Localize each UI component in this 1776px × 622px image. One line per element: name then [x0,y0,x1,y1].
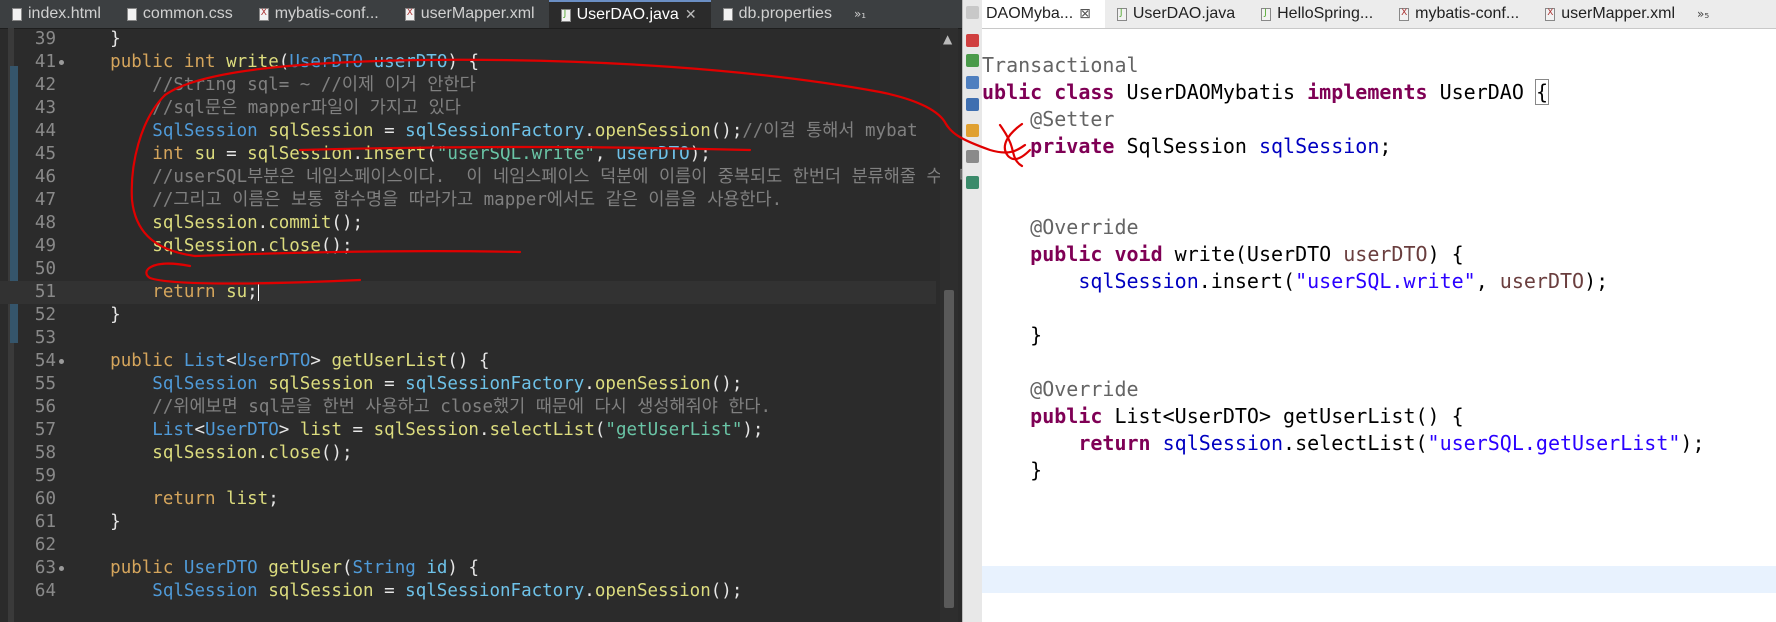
java-file-icon [560,8,571,22]
tab-mybatis-config[interactable]: mybatis-conf... [247,0,393,28]
code-line: @Override [982,215,1139,239]
close-icon[interactable]: ✕ [685,7,697,23]
outline-icon[interactable] [966,54,979,67]
xml-file-icon [258,7,269,21]
code-line: 61 } [34,512,121,532]
debug-icon[interactable] [966,34,979,47]
code-line: 57 List<UserDTO> list = sqlSession.selec… [34,420,764,440]
xml-file-icon [1399,7,1410,21]
java-file-icon [1261,7,1272,21]
servers-icon[interactable] [966,176,979,189]
right-code-area[interactable]: Transactional ublic class UserDAOMybatis… [982,52,1776,484]
code-line: 56 //위에보면 sql문을 한번 사용하고 close했기 때문에 다시 생… [34,397,772,417]
code-line: public List<UserDTO> getUserList() { [1030,404,1464,428]
fold-marker-icon [59,566,64,571]
vertical-scrollbar[interactable]: ▲ [940,28,958,622]
tab-userdao-java[interactable]: UserDAO.java✕ [548,0,711,28]
close-icon[interactable]: ⊠ [1079,6,1091,22]
restore-icon[interactable] [966,6,979,19]
code-line: 46 //userSQL부분은 네임스페이스이다. 이 네임스페이스 덕분에 이… [34,167,986,187]
tab-usermapper-xml[interactable]: userMapper.xml [393,0,549,28]
code-line: 44 SqlSession sqlSession = sqlSessionFac… [34,121,918,141]
tab-userdao-java[interactable]: UserDAO.java [1105,0,1249,28]
code-line: 52 } [34,305,121,325]
code-line: 47 //그리고 이름은 보통 함수명을 따라가고 mapper에서도 같은 이… [34,190,783,210]
code-line: 63 public UserDTO getUser(String id) { [34,558,479,578]
right-tab-bar: DAOMyba...⊠ UserDAO.java HelloSpring... … [982,0,1776,29]
html-file-icon [12,7,22,21]
right-editor-pane: DAOMyba...⊠ UserDAO.java HelloSpring... … [982,0,1776,622]
fold-marker-icon [59,60,64,65]
code-line: 60 return list; [34,489,279,509]
xml-file-icon [404,7,415,21]
navigator-icon[interactable] [966,76,979,89]
code-line: @Override [982,377,1139,401]
tab-userdaomybatis[interactable]: DAOMyba... ⊠ [982,0,1105,28]
code-line: @Setter [982,107,1115,131]
code-line: 59 [34,466,56,486]
code-line: return sqlSession.selectList("userSQL.ge… [1078,431,1705,455]
code-line: 50 [34,259,56,279]
code-line: 55 SqlSession sqlSession = sqlSessionFac… [34,374,743,394]
left-tab-bar: index.html common.css mybatis-conf... us… [0,0,962,29]
scroll-up-arrow-icon[interactable]: ▲ [943,32,952,46]
code-line: } [982,458,1043,482]
code-line: 42 //String sql= ~ //이제 이거 안한다 [34,75,476,95]
code-line: 58 sqlSession.close(); [34,443,353,463]
code-line: 54 public List<UserDTO> getUserList() { [34,351,490,371]
properties-file-icon [722,7,733,21]
tab-usermapper-xml[interactable]: userMapper.xml [1533,0,1689,28]
css-file-icon [126,7,137,21]
code-line-current: 51 return su; [0,281,936,304]
code-line: 43 //sql문은 mapper파일이 가지고 있다 [34,98,461,118]
code-line: sqlSession.insert("userSQL.write", userD… [1078,269,1609,293]
properties-icon[interactable] [966,150,979,163]
code-line: private SqlSession sqlSession; [1030,134,1392,158]
more-tabs-chevron-icon[interactable]: »₅ [1689,0,1717,28]
more-tabs-chevron-icon[interactable]: »₁ [846,0,874,28]
code-line: 62 [34,535,56,555]
xml-file-icon [1545,7,1556,21]
code-line: 53 [34,328,56,348]
java-file-icon [1116,7,1127,21]
tab-mybatis-config[interactable]: mybatis-conf... [1387,0,1533,28]
current-line-highlight [982,566,1776,593]
scrollbar-thumb[interactable] [944,290,954,608]
tab-hellospring[interactable]: HelloSpring... [1249,0,1387,28]
tab-common-css[interactable]: common.css [115,0,247,28]
code-line: 39 } [34,29,121,49]
side-toolbar [962,0,984,622]
fold-marker-icon [59,359,64,364]
code-line: Transactional [982,53,1139,77]
tab-index-html[interactable]: index.html [0,0,115,28]
code-line: 48 sqlSession.commit(); [34,213,364,233]
code-line: 41 public int write(UserDTO userDTO) { [34,52,479,72]
tab-db-properties[interactable]: db.properties [711,0,846,28]
code-line: 49 sqlSession.close(); [34,236,353,256]
task-icon[interactable] [966,124,979,137]
console-icon[interactable] [966,98,979,111]
code-line: public void write(UserDTO userDTO) { [1030,242,1464,266]
left-code-area[interactable]: 39 } 41 public int write(UserDTO userDTO… [0,28,986,603]
code-line: ublic class UserDAOMybatis implements Us… [982,79,1549,105]
code-line: } [982,323,1043,347]
left-editor-pane: index.html common.css mybatis-conf... us… [0,0,986,622]
text-caret [257,283,259,301]
code-line: 64 SqlSession sqlSession = sqlSessionFac… [34,581,743,601]
code-line: 45 int su = sqlSession.insert("userSQL.w… [34,144,711,164]
